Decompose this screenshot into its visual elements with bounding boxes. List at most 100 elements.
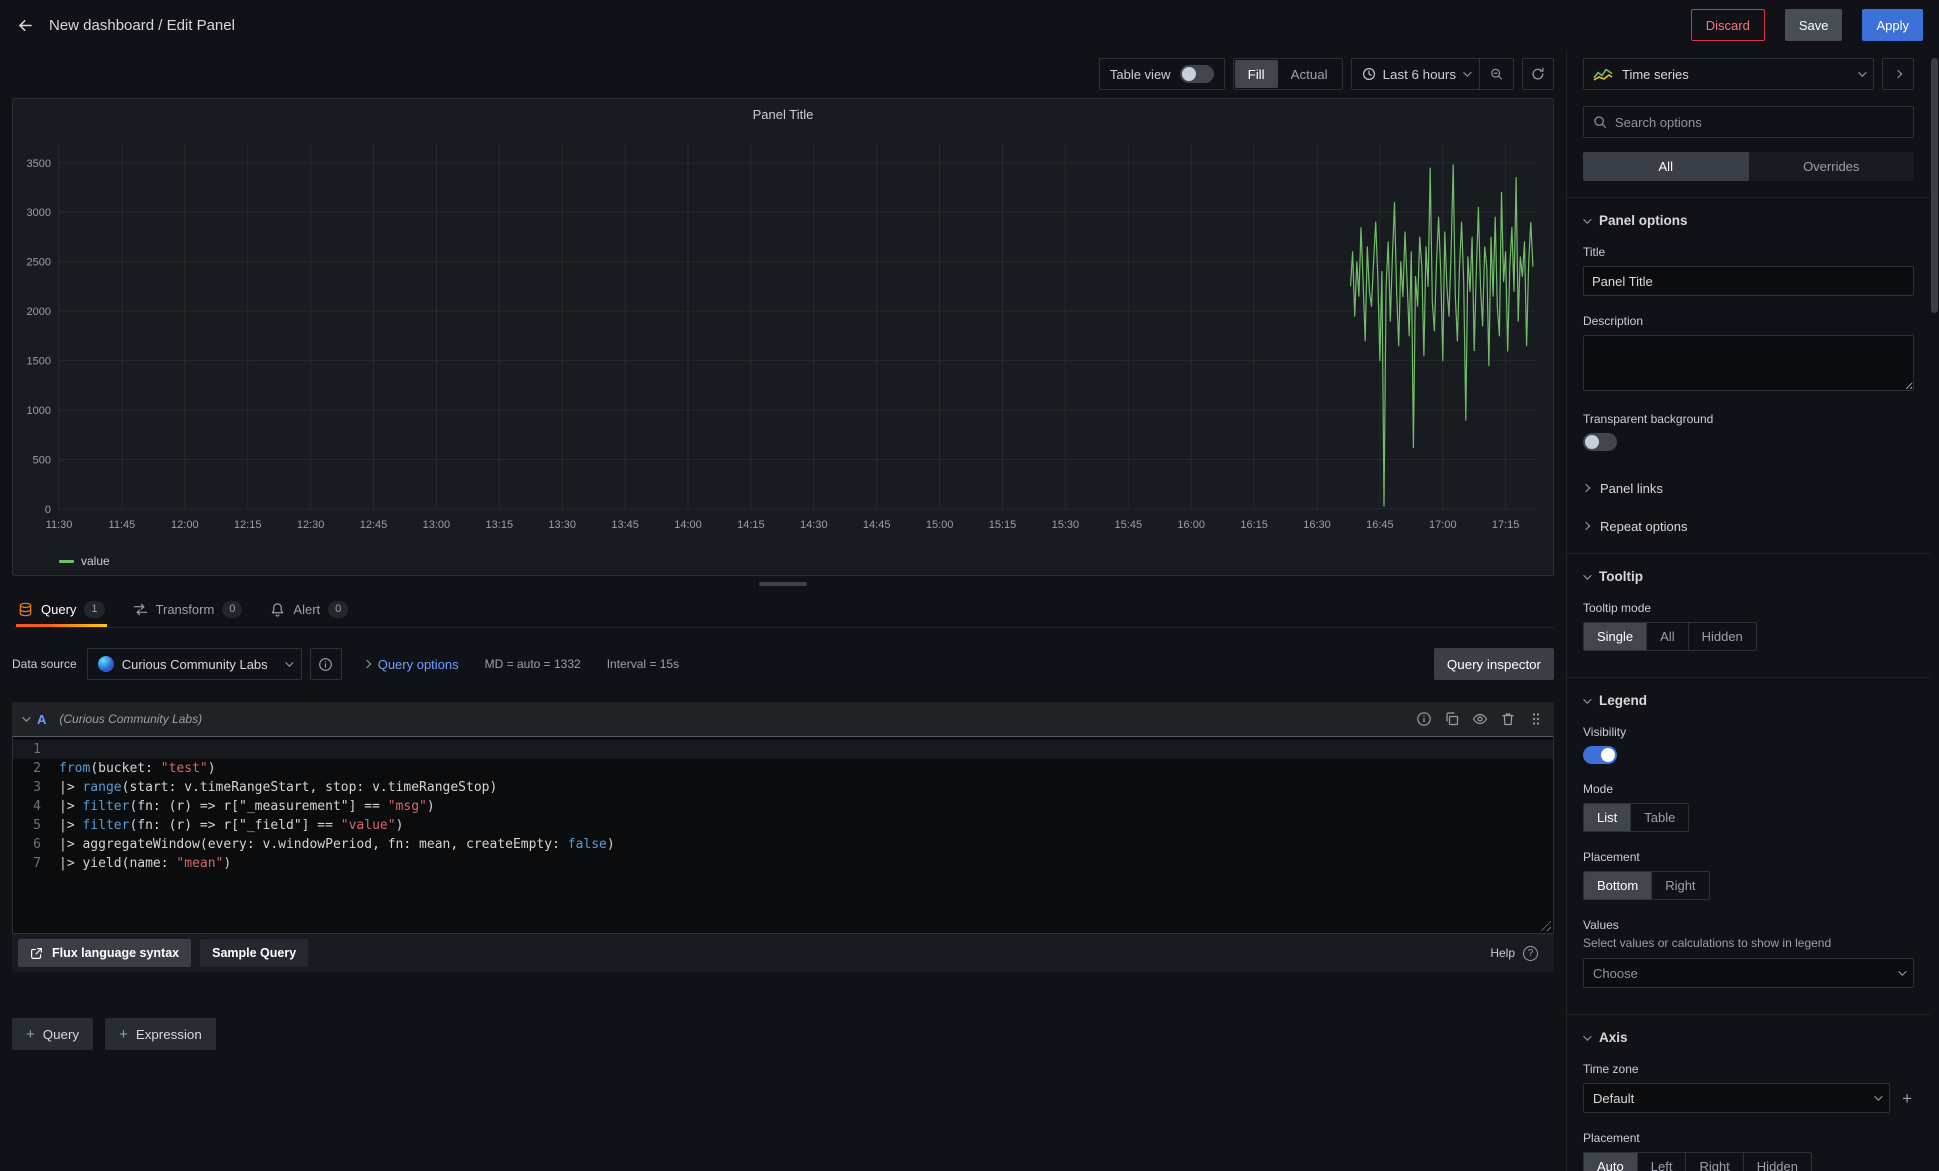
- datasource-label: Data source: [12, 657, 77, 671]
- svg-text:13:00: 13:00: [423, 519, 451, 531]
- transform-icon: [133, 602, 148, 617]
- question-circle-icon: ?: [1523, 946, 1538, 961]
- alert-count-badge: 0: [328, 601, 348, 618]
- apply-button[interactable]: Apply: [1862, 9, 1923, 41]
- scrollbar-thumb[interactable]: [1931, 58, 1938, 313]
- tab-all[interactable]: All: [1583, 152, 1749, 181]
- legend-values-select[interactable]: Choose: [1583, 958, 1914, 988]
- axis-placement-auto[interactable]: Auto: [1584, 1153, 1637, 1171]
- axis-placement-hidden[interactable]: Hidden: [1743, 1153, 1811, 1171]
- time-range-label: Last 6 hours: [1383, 67, 1456, 82]
- legend-mode-table[interactable]: Table: [1630, 804, 1688, 831]
- duplicate-query-icon[interactable]: [1444, 711, 1460, 727]
- timezone-value: Default: [1593, 1091, 1634, 1106]
- search-input[interactable]: [1615, 115, 1904, 130]
- tooltip-mode-single[interactable]: Single: [1584, 623, 1646, 650]
- save-button[interactable]: Save: [1785, 9, 1843, 41]
- chevron-right-icon: [1582, 522, 1590, 530]
- transform-count-badge: 0: [222, 601, 242, 618]
- legend-placement-right[interactable]: Right: [1651, 872, 1708, 899]
- chevron-down-icon: [1583, 215, 1591, 223]
- query-row-actions: [1416, 711, 1544, 727]
- flux-code-editor[interactable]: 12from(bucket: "test")3 |> range(start: …: [12, 736, 1554, 934]
- time-series-chart[interactable]: 050010001500200025003000350011:3011:4512…: [13, 129, 1551, 549]
- tooltip-title: Tooltip: [1599, 569, 1643, 584]
- zoom-out-button[interactable]: [1479, 59, 1513, 89]
- datasource-help-button[interactable]: [310, 648, 342, 680]
- panel-options-header[interactable]: Panel options: [1567, 197, 1930, 243]
- section-tooltip: Tooltip Tooltip mode Single All Hidden: [1583, 553, 1914, 677]
- time-range-picker[interactable]: Last 6 hours: [1352, 59, 1479, 89]
- svg-text:17:00: 17:00: [1429, 519, 1457, 531]
- svg-text:16:45: 16:45: [1366, 519, 1394, 531]
- refresh-button[interactable]: [1522, 58, 1554, 90]
- editor-footer: Flux language syntax Sample Query Help ?: [12, 934, 1554, 972]
- flux-syntax-button[interactable]: Flux language syntax: [18, 939, 191, 967]
- collapse-query-icon[interactable]: [22, 713, 30, 721]
- tooltip-header[interactable]: Tooltip: [1567, 553, 1930, 599]
- add-expression-button[interactable]: + Expression: [105, 1018, 216, 1050]
- options-search: [1583, 106, 1914, 138]
- svg-text:12:30: 12:30: [297, 519, 325, 531]
- transparent-bg-toggle[interactable]: [1583, 433, 1617, 451]
- pane-resizer[interactable]: [12, 576, 1554, 592]
- viz-picker-row: Time series: [1567, 58, 1930, 90]
- tab-alert[interactable]: Alert 0: [268, 592, 350, 627]
- tab-query[interactable]: Query 1: [16, 592, 107, 627]
- tab-query-label: Query: [41, 602, 76, 617]
- panel-links-section[interactable]: Panel links: [1583, 469, 1914, 507]
- drag-handle-icon[interactable]: [1528, 711, 1544, 727]
- svg-text:14:45: 14:45: [863, 519, 891, 531]
- tab-alert-label: Alert: [293, 602, 320, 617]
- tab-transform[interactable]: Transform 0: [131, 592, 245, 627]
- collapse-options-button[interactable]: [1882, 58, 1914, 90]
- datasource-row: Data source Curious Community Labs Query…: [12, 644, 1554, 684]
- datasource-picker[interactable]: Curious Community Labs: [87, 648, 302, 680]
- chart-legend[interactable]: value: [13, 549, 1553, 573]
- legend-placement-bottom[interactable]: Bottom: [1584, 872, 1651, 899]
- options-tabs: All Overrides: [1583, 152, 1914, 181]
- back-button[interactable]: [16, 16, 35, 35]
- panel-title-input[interactable]: [1583, 266, 1914, 296]
- description-input[interactable]: [1583, 335, 1914, 391]
- svg-text:3500: 3500: [27, 158, 51, 170]
- svg-text:3000: 3000: [27, 207, 51, 219]
- datasource-name: Curious Community Labs: [122, 657, 268, 672]
- fill-button[interactable]: Fill: [1235, 60, 1278, 88]
- axis-header[interactable]: Axis: [1567, 1014, 1930, 1060]
- chevron-right-icon: [1582, 484, 1590, 492]
- visualization-picker[interactable]: Time series: [1583, 58, 1874, 90]
- legend-visibility-toggle[interactable]: [1583, 746, 1617, 764]
- legend-header[interactable]: Legend: [1567, 677, 1930, 723]
- svg-text:15:45: 15:45: [1115, 519, 1143, 531]
- editor-resize-corner[interactable]: [1538, 918, 1551, 931]
- axis-placement-left[interactable]: Left: [1637, 1153, 1686, 1171]
- delete-query-icon[interactable]: [1500, 711, 1516, 727]
- axis-placement-group: Auto Left Right Hidden: [1583, 1152, 1812, 1171]
- timezone-select[interactable]: Default: [1583, 1083, 1890, 1113]
- tab-overrides[interactable]: Overrides: [1749, 152, 1915, 181]
- table-view-toggle[interactable]: [1180, 65, 1214, 83]
- actual-button[interactable]: Actual: [1278, 60, 1341, 88]
- chevron-down-icon: [1858, 68, 1866, 76]
- svg-text:15:30: 15:30: [1052, 519, 1080, 531]
- breadcrumb: New dashboard / Edit Panel: [49, 17, 235, 34]
- query-row-header[interactable]: A (Curious Community Labs): [12, 702, 1554, 736]
- add-query-button[interactable]: + Query: [12, 1018, 93, 1050]
- query-options-toggle[interactable]: Query options: [364, 657, 459, 672]
- page-scrollbar[interactable]: [1930, 50, 1939, 1171]
- tooltip-mode-hidden[interactable]: Hidden: [1688, 623, 1756, 650]
- axis-placement-right[interactable]: Right: [1685, 1153, 1742, 1171]
- repeat-options-section[interactable]: Repeat options: [1583, 507, 1914, 545]
- query-info-icon[interactable]: [1416, 711, 1432, 727]
- hide-query-icon[interactable]: [1472, 711, 1488, 727]
- legend-placement-group: Bottom Right: [1583, 871, 1710, 900]
- discard-button[interactable]: Discard: [1691, 9, 1765, 41]
- edit-panel-main: Table view Fill Actual Last 6 hours: [0, 50, 1567, 1171]
- sample-query-button[interactable]: Sample Query: [200, 939, 308, 967]
- query-inspector-button[interactable]: Query inspector: [1434, 648, 1554, 680]
- add-timezone-button[interactable]: +: [1900, 1088, 1914, 1109]
- tooltip-mode-all[interactable]: All: [1646, 623, 1687, 650]
- legend-mode-list[interactable]: List: [1584, 804, 1630, 831]
- help-link[interactable]: Help ?: [1490, 946, 1548, 961]
